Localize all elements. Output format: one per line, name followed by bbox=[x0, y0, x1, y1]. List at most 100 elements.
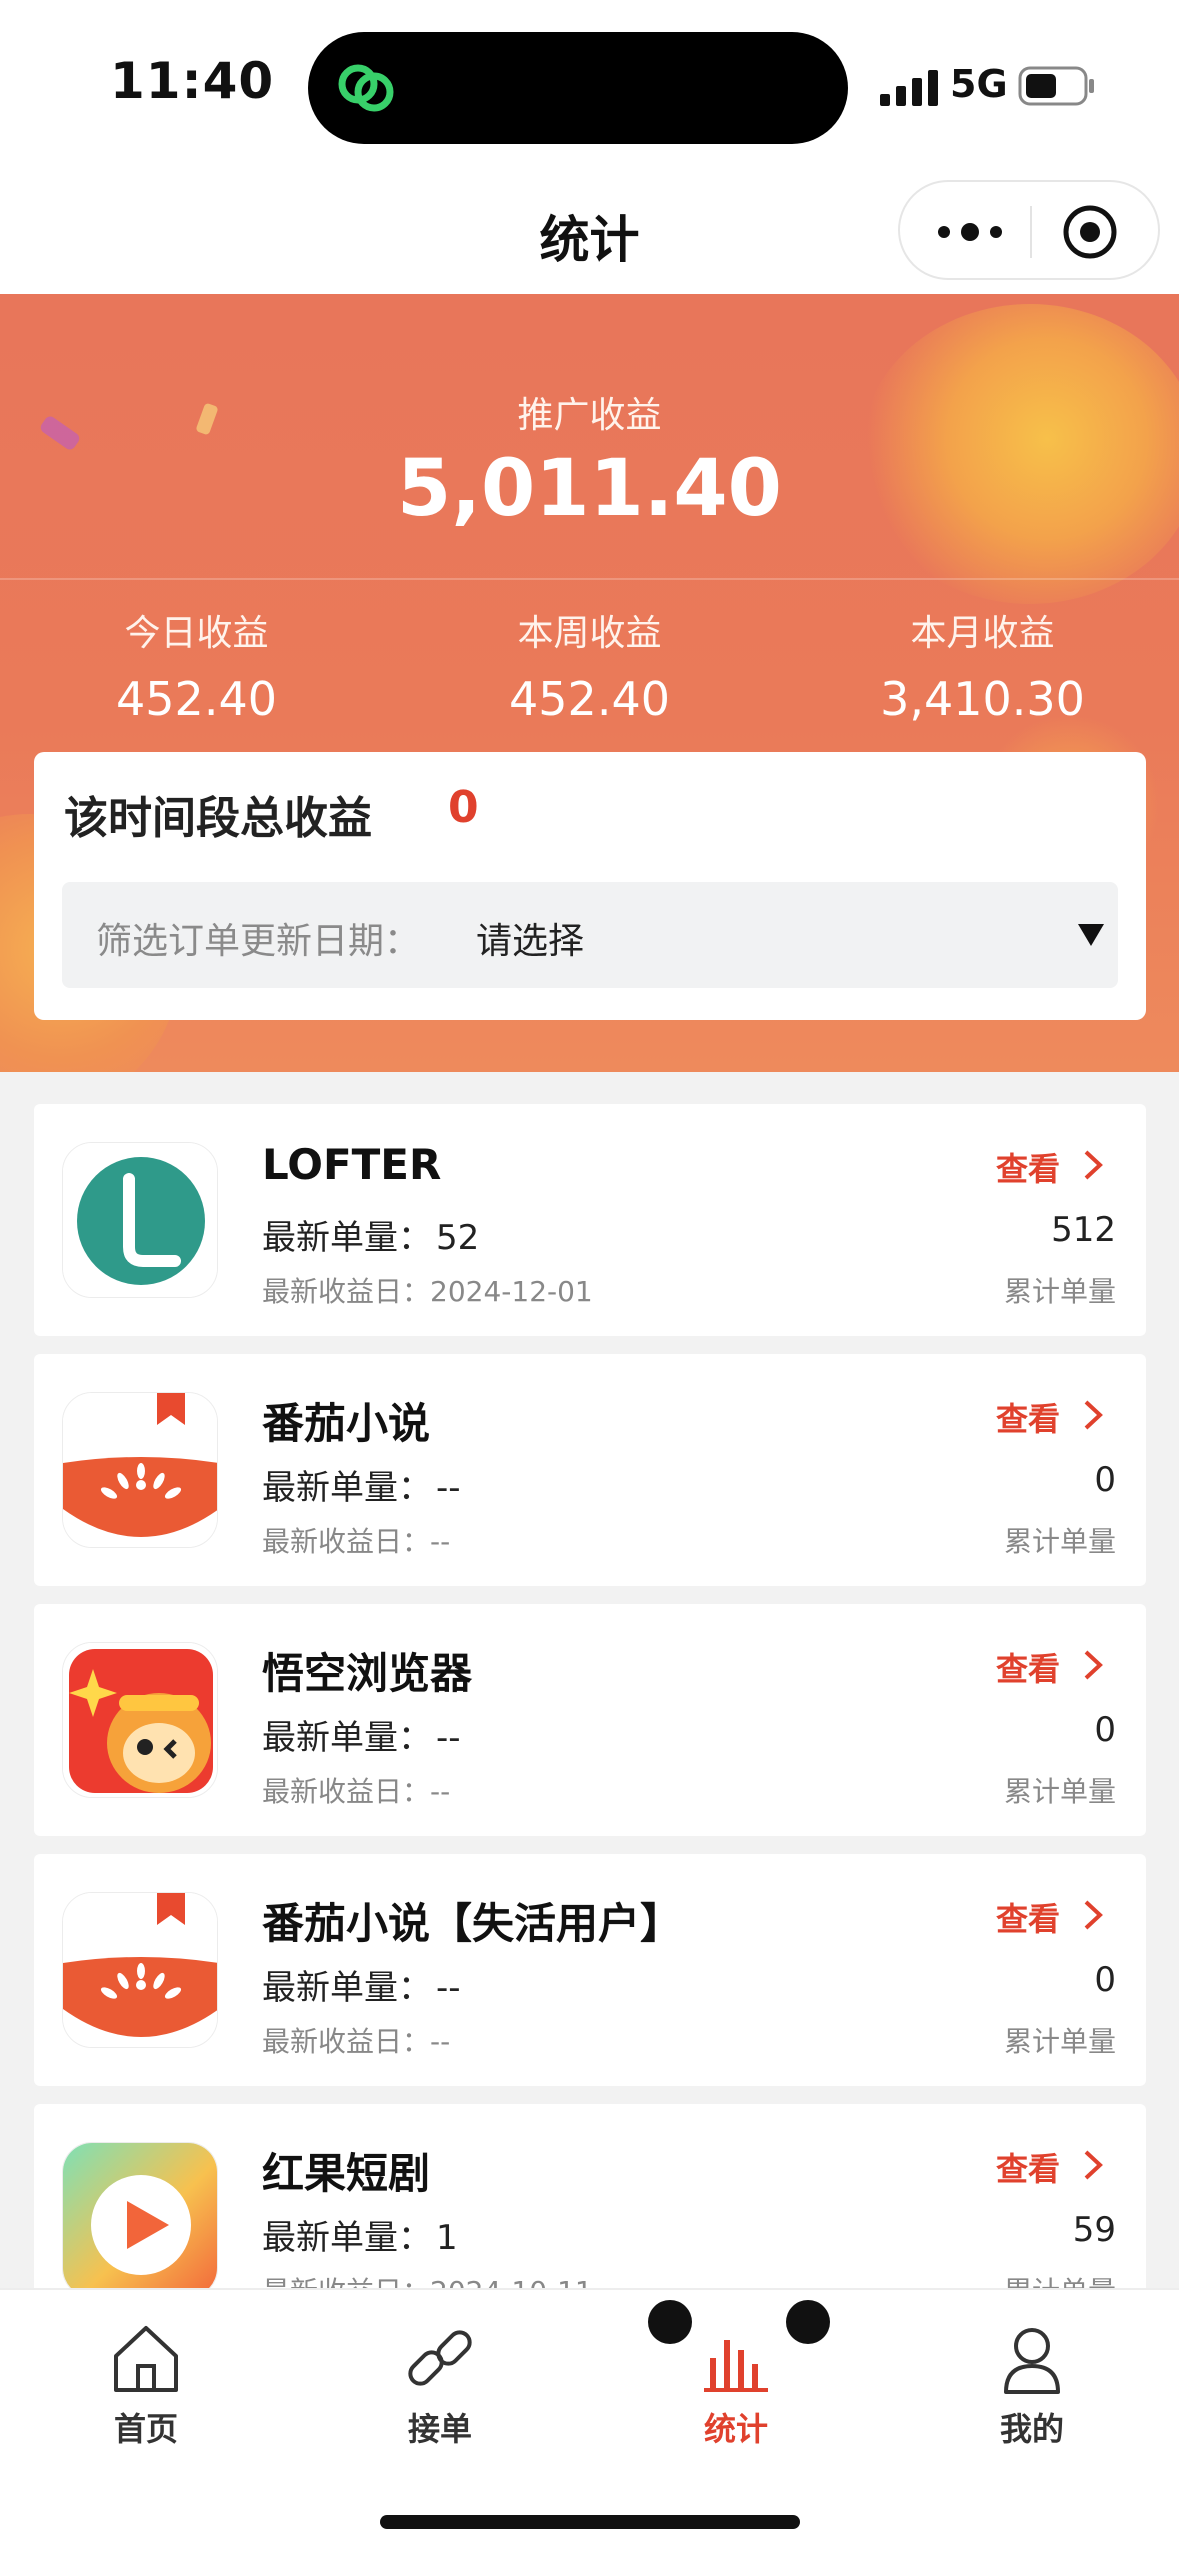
tab-label: 接单 bbox=[407, 2410, 472, 2448]
total-orders-value: 0 bbox=[1094, 1710, 1116, 1750]
app-card-lofter: LOFTER 最新单量： 52 最新收益日：2024-12-01 查看 512 累… bbox=[34, 1104, 1146, 1336]
latest-order-row: 最新单量： -- bbox=[262, 1710, 461, 1759]
latest-order-value: -- bbox=[436, 1468, 461, 1508]
latest-order-row: 最新单量： -- bbox=[262, 1460, 461, 1509]
more-icon[interactable] bbox=[930, 212, 1010, 252]
tab-profile[interactable]: 我的 bbox=[932, 2318, 1132, 2450]
home-icon bbox=[114, 2326, 178, 2392]
chevron-right-icon[interactable] bbox=[1080, 2148, 1106, 2182]
date-filter-select[interactable]: 筛选订单更新日期： 请选择 bbox=[62, 882, 1118, 988]
app-name: 番茄小说 bbox=[262, 1399, 431, 1448]
link-loop-icon bbox=[338, 64, 394, 112]
view-button[interactable]: 查看 bbox=[996, 1144, 1060, 1190]
latest-order-label: 最新单量： bbox=[262, 1968, 432, 2008]
app-name: 红果短剧 bbox=[262, 2149, 431, 2198]
dynamic-island bbox=[308, 32, 848, 144]
chevron-right-icon[interactable] bbox=[1080, 1898, 1106, 1932]
fanqie-logo bbox=[62, 1392, 218, 1548]
period-filter-card: 该时间段总收益 0 筛选订单更新日期： 请选择 bbox=[34, 752, 1146, 1020]
total-orders-label: 累计单量 bbox=[1003, 1525, 1116, 1558]
hongguo-logo bbox=[62, 2142, 218, 2298]
capsule-divider bbox=[1030, 206, 1032, 258]
latest-date-value: -- bbox=[430, 2025, 451, 2058]
latest-order-row: 最新单量： 52 bbox=[262, 1210, 479, 1259]
latest-order-label: 最新单量： bbox=[262, 2218, 432, 2258]
latest-order-value: 52 bbox=[436, 1218, 480, 1258]
user-icon bbox=[1004, 2328, 1060, 2394]
stat-value: 3,410.30 bbox=[880, 672, 1085, 726]
view-button[interactable]: 查看 bbox=[996, 1644, 1060, 1690]
stat-label: 本周收益 bbox=[517, 613, 662, 654]
view-button[interactable]: 查看 bbox=[996, 1894, 1060, 1940]
latest-order-value: -- bbox=[436, 1968, 461, 2008]
latest-date-value: -- bbox=[430, 1775, 451, 1808]
total-orders-value: 512 bbox=[1051, 1210, 1116, 1250]
date-filter-label: 筛选订单更新日期： bbox=[96, 921, 421, 962]
chevron-right-icon[interactable] bbox=[1080, 1398, 1106, 1432]
period-total-value: 0 bbox=[448, 782, 479, 833]
tab-stats[interactable]: 统计 bbox=[636, 2318, 836, 2450]
total-orders-value: 59 bbox=[1072, 2210, 1116, 2250]
latest-date-label: 最新收益日： bbox=[262, 1775, 431, 1808]
tab-orders[interactable]: 接单 bbox=[340, 2318, 540, 2450]
bar-chart-icon bbox=[704, 2340, 768, 2392]
status-time: 11:40 bbox=[110, 52, 275, 110]
battery-icon bbox=[1018, 66, 1094, 106]
stat-label: 本月收益 bbox=[910, 613, 1055, 654]
stat-week: 本周收益 452.40 bbox=[393, 604, 786, 726]
wukong-browser-logo bbox=[62, 1642, 218, 1798]
app-name: LOFTER bbox=[262, 1140, 442, 1189]
latest-date-value: -- bbox=[430, 1525, 451, 1558]
chevron-right-icon[interactable] bbox=[1080, 1148, 1106, 1182]
link-icon bbox=[408, 2330, 472, 2386]
tab-label: 统计 bbox=[703, 2410, 768, 2448]
promo-earnings-label: 推广收益 bbox=[517, 395, 662, 436]
total-orders-value: 0 bbox=[1094, 1460, 1116, 1500]
latest-date-row: 最新收益日：-- bbox=[262, 2020, 450, 2060]
latest-order-label: 最新单量： bbox=[262, 1718, 432, 1758]
app-card-fanqie: 番茄小说 最新单量： -- 最新收益日：-- 查看 0 累计单量 bbox=[34, 1354, 1146, 1586]
latest-date-label: 最新收益日： bbox=[262, 1525, 431, 1558]
stat-label: 今日收益 bbox=[124, 613, 269, 654]
tab-home[interactable]: 首页 bbox=[46, 2318, 246, 2450]
app-name: 悟空浏览器 bbox=[262, 1649, 473, 1698]
stat-value: 452.40 bbox=[509, 672, 670, 726]
latest-date-value: 2024-12-01 bbox=[430, 1275, 593, 1308]
close-target-icon[interactable] bbox=[1062, 204, 1118, 260]
latest-date-row: 最新收益日：2024-12-01 bbox=[262, 1270, 593, 1310]
app-card-wukong: 悟空浏览器 最新单量： -- 最新收益日：-- 查看 0 累计单量 bbox=[34, 1604, 1146, 1836]
latest-order-label: 最新单量： bbox=[262, 1468, 432, 1508]
total-orders-label: 累计单量 bbox=[1003, 1775, 1116, 1808]
latest-date-label: 最新收益日： bbox=[262, 2025, 431, 2058]
latest-order-row: 最新单量： 1 bbox=[262, 2210, 458, 2259]
tab-label: 首页 bbox=[113, 2410, 178, 2448]
period-total-label: 该时间段总收益 bbox=[64, 793, 372, 844]
stat-month: 本月收益 3,410.30 bbox=[786, 604, 1179, 726]
fanqie-logo bbox=[62, 1892, 218, 2048]
app-card-fanqie-inactive: 番茄小说【失活用户】 最新单量： -- 最新收益日：-- 查看 0 累计单量 bbox=[34, 1854, 1146, 2086]
latest-order-value: 1 bbox=[436, 2218, 458, 2258]
date-filter-value: 请选择 bbox=[476, 921, 585, 962]
stat-value: 452.40 bbox=[116, 672, 277, 726]
caret-down-icon bbox=[1078, 924, 1104, 946]
latest-order-label: 最新单量： bbox=[262, 1218, 432, 1258]
status-bar: 11:40 5G bbox=[0, 0, 1179, 170]
total-orders-label: 累计单量 bbox=[1003, 1275, 1116, 1308]
hero-divider bbox=[0, 578, 1179, 580]
network-label: 5G bbox=[950, 62, 1008, 106]
chevron-right-icon[interactable] bbox=[1080, 1648, 1106, 1682]
lofter-logo bbox=[62, 1142, 218, 1298]
latest-order-value: -- bbox=[436, 1718, 461, 1758]
view-button[interactable]: 查看 bbox=[996, 2144, 1060, 2190]
latest-date-label: 最新收益日： bbox=[262, 1275, 431, 1308]
latest-order-row: 最新单量： -- bbox=[262, 1960, 461, 2009]
nav-bar: 统计 bbox=[0, 170, 1179, 294]
latest-date-row: 最新收益日：-- bbox=[262, 1770, 450, 1810]
mini-program-capsule bbox=[898, 180, 1160, 280]
view-button[interactable]: 查看 bbox=[996, 1394, 1060, 1440]
stat-today: 今日收益 452.40 bbox=[0, 604, 393, 726]
latest-date-row: 最新收益日：-- bbox=[262, 1520, 450, 1560]
total-orders-value: 0 bbox=[1094, 1960, 1116, 2000]
promo-earnings-total: 5,011.40 bbox=[397, 444, 782, 534]
app-name: 番茄小说【失活用户】 bbox=[262, 1899, 683, 1948]
